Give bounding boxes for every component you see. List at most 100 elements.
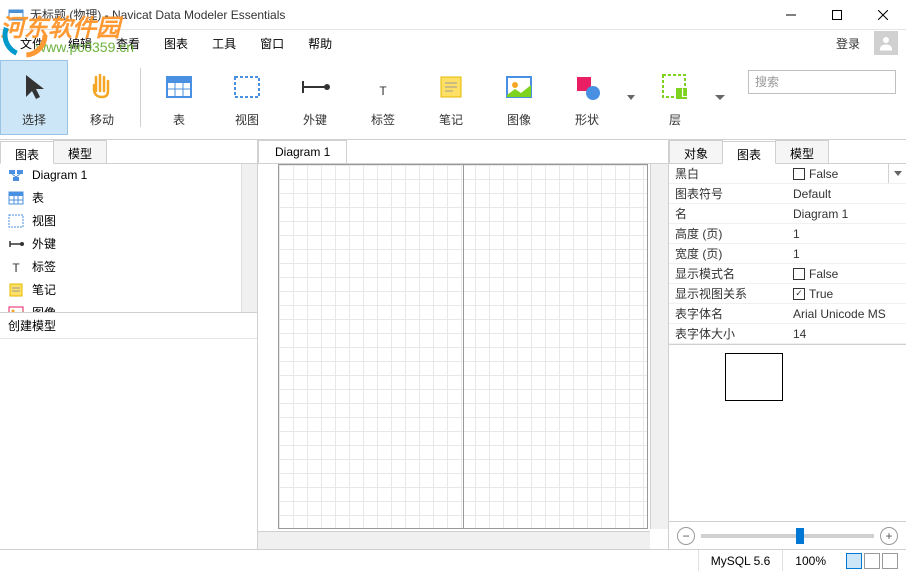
prop-value[interactable]: 14 [789,327,906,341]
statusbar: MySQL 5.6 100% [0,549,906,571]
toolbar-overflow[interactable] [709,60,731,135]
view-icon [229,67,265,107]
zoom-slider[interactable] [701,534,874,538]
maximize-button[interactable] [814,0,860,30]
tree-item-diagram[interactable]: Diagram 1 [0,164,241,186]
zoom-thumb[interactable] [796,528,804,544]
menu-view[interactable]: 查看 [104,31,152,56]
left-tabs: 图表 模型 [0,140,257,164]
tree-scrollbar[interactable] [241,164,257,312]
prop-label: 显示视图关系 [669,285,789,302]
prop-value[interactable]: 1 [789,227,906,241]
window-title: 无标题 (物理) - Navicat Data Modeler Essentia… [30,6,768,23]
avatar[interactable] [874,31,898,55]
prop-label: 高度 (页) [669,225,789,242]
tool-shape[interactable]: 形状 [553,60,621,135]
prop-value[interactable]: Diagram 1 [789,207,906,221]
canvas-tab-diagram1[interactable]: Diagram 1 [258,140,347,163]
tool-layer[interactable]: L 层 [641,60,709,135]
tool-foreignkey[interactable]: 外键 [281,60,349,135]
image-icon [501,67,537,107]
prop-label: 显示模式名 [669,265,789,282]
menu-edit[interactable]: 编辑 [56,31,104,56]
right-tab-diagram[interactable]: 图表 [722,141,776,164]
tree-item-note[interactable]: 笔记 [0,278,241,301]
canvas[interactable] [258,164,668,549]
checkbox-icon[interactable] [793,168,805,180]
prop-row[interactable]: 显示模式名False [669,264,906,284]
tool-label-label: 标签 [371,111,395,128]
left-tab-diagram[interactable]: 图表 [0,141,54,164]
view-icon [8,213,24,229]
tool-move[interactable]: 移动 [68,60,136,135]
chevron-down-icon[interactable] [888,164,906,183]
prop-row[interactable]: 高度 (页) 1 [669,224,906,244]
prop-value[interactable]: Arial Unicode MS [789,307,906,321]
prop-row[interactable]: 图表符号Default [669,184,906,204]
tree-item-label: 笔记 [32,281,56,298]
prop-label: 图表符号 [669,185,789,202]
tool-view[interactable]: 视图 [213,60,281,135]
prop-value[interactable]: False [789,167,888,181]
left-bottom-title: 创建模型 [0,313,257,339]
tool-image[interactable]: 图像 [485,60,553,135]
prop-value[interactable]: ✓True [789,287,906,301]
view-mode-2[interactable] [864,553,880,569]
menu-diagram[interactable]: 图表 [152,31,200,56]
canvas-tabs: Diagram 1 [258,140,668,164]
search-input[interactable] [755,75,906,89]
menu-help[interactable]: 帮助 [296,31,344,56]
prop-label: 黑白 [669,165,789,182]
right-tabs: 对象 图表 模型 [669,140,906,164]
tree-item-fk[interactable]: 外键 [0,232,241,255]
minimize-button[interactable] [768,0,814,30]
prop-row[interactable]: 表字体名Arial Unicode MS [669,304,906,324]
tree-item-view[interactable]: 视图 [0,209,241,232]
prop-row[interactable]: 宽度 (页)1 [669,244,906,264]
tree-item-table[interactable]: 表 [0,186,241,209]
page-break-line [463,165,464,528]
tool-table[interactable]: 表 [145,60,213,135]
view-mode-3[interactable] [882,553,898,569]
view-mode-1[interactable] [846,553,862,569]
login-link[interactable]: 登录 [828,31,868,56]
status-db: MySQL 5.6 [698,550,783,571]
tool-layer-label: 层 [669,111,681,128]
zoom-in-button[interactable]: + [880,527,898,545]
menu-file[interactable]: 文件 [8,31,56,56]
prop-value-text: 1 [793,247,800,261]
close-button[interactable] [860,0,906,30]
canvas-grid [278,164,648,529]
tool-select[interactable]: 选择 [0,60,68,135]
tool-image-label: 图像 [507,111,531,128]
tool-shape-dropdown[interactable] [621,60,641,135]
checkbox-icon[interactable] [793,268,805,280]
left-tab-model[interactable]: 模型 [53,140,107,163]
right-tab-object[interactable]: 对象 [669,140,723,163]
prop-row[interactable]: 黑白False [669,164,906,184]
prop-row[interactable]: 名Diagram 1 [669,204,906,224]
zoom-out-button[interactable]: − [677,527,695,545]
tree-item-label[interactable]: T标签 [0,255,241,278]
prop-value-text: 1 [793,227,800,241]
checkbox-icon[interactable]: ✓ [793,288,805,300]
hand-icon [84,67,120,107]
tool-note[interactable]: 笔记 [417,60,485,135]
prop-row[interactable]: 显示视图关系✓True [669,284,906,304]
prop-row[interactable]: 表字体大小14 [669,324,906,344]
tree-item-image[interactable]: 图像 [0,301,241,313]
canvas-hscroll[interactable] [258,531,650,549]
right-tab-model[interactable]: 模型 [775,140,829,163]
menubar: 文件 编辑 查看 图表 工具 窗口 帮助 登录 [0,30,906,56]
menu-window[interactable]: 窗口 [248,31,296,56]
preview-thumbnail[interactable] [725,353,783,401]
prop-value-text: Diagram 1 [793,207,848,221]
canvas-vscroll[interactable] [650,164,668,529]
tool-label[interactable]: T 标签 [349,60,417,135]
prop-value[interactable]: False [789,267,906,281]
prop-value[interactable]: 1 [789,247,906,261]
search-box[interactable] [748,70,896,94]
menu-tools[interactable]: 工具 [200,31,248,56]
prop-value[interactable]: Default [789,187,906,201]
status-zoom: 100% [782,550,838,571]
